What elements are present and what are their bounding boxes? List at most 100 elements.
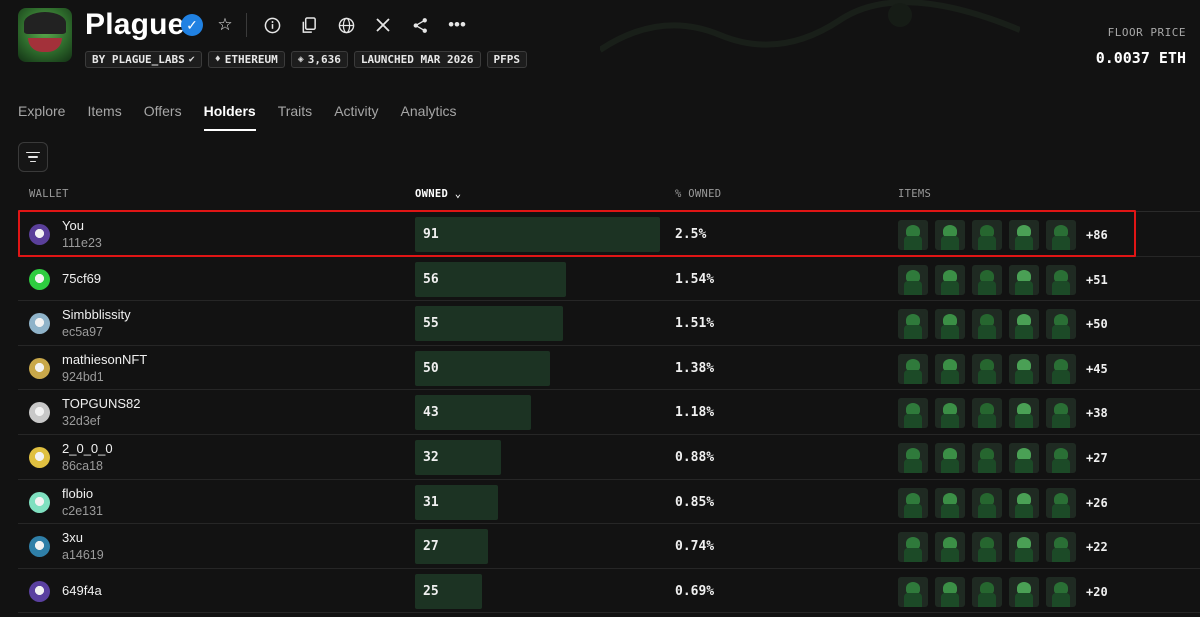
item-thumbnail[interactable] (1009, 532, 1039, 563)
tab-offers[interactable]: Offers (144, 103, 182, 131)
tab-holders[interactable]: Holders (203, 103, 256, 131)
owned-count: 31 (423, 494, 439, 510)
item-thumbnail[interactable] (898, 443, 928, 473)
item-thumbnail[interactable] (972, 220, 1002, 250)
item-thumbnail[interactable] (972, 576, 1002, 607)
item-thumbnail[interactable] (935, 264, 965, 295)
chain-chip[interactable]: ♦ ETHEREUM (207, 51, 285, 68)
wallet-name[interactable]: 2_0_0_0 (62, 441, 113, 456)
item-thumbnail[interactable] (1046, 532, 1076, 563)
tab-items[interactable]: Items (87, 103, 121, 131)
item-thumbnail[interactable] (898, 220, 928, 250)
item-thumbnail[interactable] (1009, 264, 1039, 295)
wallet-name[interactable]: Simbblissity (62, 307, 131, 322)
item-thumbnail[interactable] (1009, 576, 1039, 607)
floor-price-label: FLOOR PRICE (1107, 26, 1186, 39)
item-thumbnail[interactable] (1046, 576, 1076, 607)
more-items-count[interactable]: +20 (1086, 585, 1108, 599)
more-items-count[interactable]: +38 (1086, 406, 1108, 420)
item-thumbnail[interactable] (898, 398, 928, 429)
item-thumbnail[interactable] (1046, 309, 1076, 340)
item-thumbnail[interactable] (935, 353, 965, 384)
item-thumbnail[interactable] (1009, 487, 1039, 518)
column-header-owned[interactable]: OWNED ⌄ (415, 188, 461, 200)
filter-button[interactable] (18, 142, 48, 172)
item-thumbnail[interactable] (935, 576, 965, 607)
tab-traits[interactable]: Traits (278, 103, 312, 131)
share-icon[interactable] (405, 12, 435, 38)
more-items-count[interactable]: +50 (1086, 317, 1108, 331)
table-row[interactable]: You 111e23 91 2.5% +86 (18, 212, 1200, 257)
tab-activity[interactable]: Activity (334, 103, 378, 131)
item-thumbnail[interactable] (972, 264, 1002, 295)
item-thumbnail[interactable] (1009, 309, 1039, 340)
item-thumbnail[interactable] (1009, 353, 1039, 384)
table-row[interactable]: flobio c2e131 31 0.85% +26 (18, 480, 1200, 525)
wallet-name[interactable]: 3xu (62, 530, 83, 545)
globe-icon[interactable] (331, 12, 361, 38)
more-items-count[interactable]: +27 (1086, 451, 1108, 465)
column-header-pct-owned[interactable]: % OWNED (675, 188, 721, 200)
item-thumbnail[interactable] (898, 487, 928, 518)
item-thumbnail[interactable] (935, 398, 965, 429)
item-thumbnail[interactable] (1009, 220, 1039, 250)
item-thumbnail[interactable] (1046, 220, 1076, 250)
wallet-name[interactable]: You (62, 218, 84, 233)
item-thumbnail[interactable] (1046, 264, 1076, 295)
item-thumbnail[interactable] (898, 532, 928, 563)
tab-analytics[interactable]: Analytics (401, 103, 457, 131)
item-thumbnail[interactable] (935, 220, 965, 250)
more-items-count[interactable]: +45 (1086, 362, 1108, 376)
item-thumbnail[interactable] (972, 487, 1002, 518)
wallet-name[interactable]: TOPGUNS82 (62, 396, 141, 411)
item-thumbnail[interactable] (898, 264, 928, 295)
item-thumbnail[interactable] (1046, 487, 1076, 518)
info-icon[interactable] (257, 12, 287, 38)
item-thumbnail[interactable] (972, 398, 1002, 429)
table-row[interactable]: TOPGUNS82 32d3ef 43 1.18% +38 (18, 390, 1200, 435)
item-thumbnail[interactable] (935, 309, 965, 340)
table-row[interactable]: Simbblissity ec5a97 55 1.51% +50 (18, 301, 1200, 346)
item-thumbnail[interactable] (1046, 398, 1076, 429)
wallet-name[interactable]: flobio (62, 486, 93, 501)
table-row[interactable]: 75cf69 56 1.54% +51 (18, 257, 1200, 302)
item-thumbnail[interactable] (972, 532, 1002, 563)
more-items-count[interactable]: +22 (1086, 540, 1108, 554)
table-row[interactable]: 3xu a14619 27 0.74% +22 (18, 524, 1200, 569)
x-icon[interactable] (368, 12, 398, 38)
owned-count: 55 (423, 316, 439, 332)
wallet-name[interactable]: 75cf69 (62, 271, 101, 286)
tab-explore[interactable]: Explore (18, 103, 65, 131)
more-items-count[interactable]: +26 (1086, 496, 1108, 510)
item-thumbnail[interactable] (1009, 443, 1039, 473)
item-thumbnail[interactable] (898, 576, 928, 607)
item-thumbnail[interactable] (1009, 398, 1039, 429)
more-items-count[interactable]: +51 (1086, 273, 1108, 287)
more-icon[interactable]: ••• (442, 12, 472, 38)
wallet-name[interactable]: mathiesonNFT (62, 352, 147, 367)
creator-chip[interactable]: BY PLAGUE_LABS ✔ (85, 51, 202, 68)
item-thumbnails (898, 487, 1076, 518)
more-items-count[interactable]: +86 (1086, 228, 1108, 242)
item-thumbnails (898, 264, 1076, 295)
table-row[interactable]: 649f4a 25 0.69% +20 (18, 569, 1200, 614)
item-thumbnail[interactable] (972, 443, 1002, 473)
layers-icon: ◈ (297, 54, 304, 65)
item-thumbnail[interactable] (1046, 353, 1076, 384)
item-thumbnail[interactable] (1046, 443, 1076, 473)
column-header-wallet[interactable]: WALLET (29, 188, 69, 200)
wallet-name[interactable]: 649f4a (62, 583, 102, 598)
percent-owned: 1.38% (675, 360, 715, 376)
star-icon[interactable]: ☆ (210, 12, 240, 38)
item-thumbnail[interactable] (972, 353, 1002, 384)
item-thumbnail[interactable] (898, 353, 928, 384)
table-row[interactable]: 2_0_0_0 86ca18 32 0.88% +27 (18, 435, 1200, 480)
category-chip[interactable]: PFPS (486, 51, 528, 68)
item-thumbnail[interactable] (935, 532, 965, 563)
item-thumbnail[interactable] (898, 309, 928, 340)
item-thumbnail[interactable] (972, 309, 1002, 340)
copy-icon[interactable] (294, 12, 324, 38)
item-thumbnail[interactable] (935, 443, 965, 473)
item-thumbnail[interactable] (935, 487, 965, 518)
table-row[interactable]: mathiesonNFT 924bd1 50 1.38% +45 (18, 346, 1200, 391)
